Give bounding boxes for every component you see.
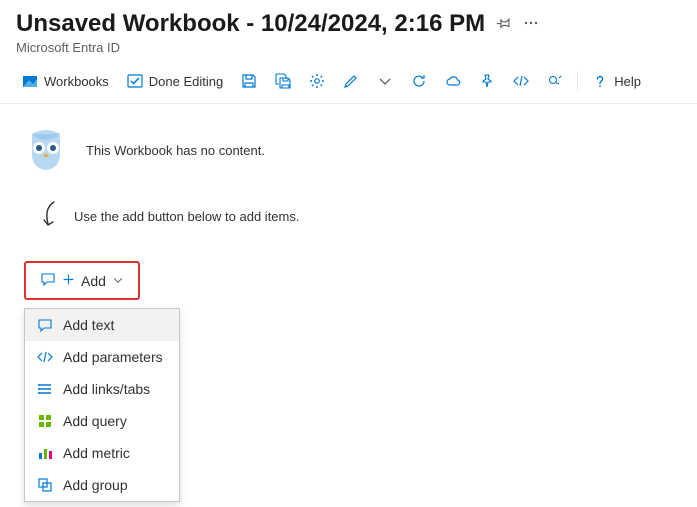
menu-item-label: Add query — [63, 413, 127, 429]
done-editing-button[interactable]: Done Editing — [121, 69, 229, 93]
chevron-down-icon — [112, 273, 124, 289]
toolbar-separator — [577, 71, 578, 91]
page-title: Unsaved Workbook - 10/24/2024, 2:16 PM — [16, 10, 485, 38]
edit-dropdown-button[interactable] — [371, 69, 399, 93]
chevron-down-icon — [377, 73, 393, 89]
more-icon[interactable] — [523, 15, 539, 34]
workbooks-button[interactable]: Workbooks — [16, 69, 115, 93]
metric-icon — [37, 445, 53, 461]
menu-item-label: Add parameters — [63, 349, 163, 365]
code-icon — [513, 73, 529, 89]
workbooks-label: Workbooks — [44, 74, 109, 89]
empty-message: This Workbook has no content. — [86, 143, 265, 158]
help-icon — [592, 73, 608, 89]
owl-illustration — [24, 128, 68, 172]
cloud-icon — [445, 73, 461, 89]
pencil-icon — [343, 73, 359, 89]
add-button[interactable]: Add — [24, 261, 140, 300]
menu-item-label: Add metric — [63, 445, 130, 461]
done-editing-icon — [127, 73, 143, 89]
group-icon — [37, 477, 53, 493]
links-icon — [37, 381, 53, 397]
settings-button[interactable] — [303, 69, 331, 93]
edit-button[interactable] — [337, 69, 365, 93]
refresh-button[interactable] — [405, 69, 433, 93]
empty-hint: Use the add button below to add items. — [74, 209, 299, 224]
breadcrumb: Microsoft Entra ID — [16, 40, 681, 55]
menu-item-label: Add group — [63, 477, 128, 493]
code-button[interactable] — [507, 69, 535, 93]
toolbar: Workbooks Done Editing — [0, 59, 697, 104]
menu-item-add-metric[interactable]: Add metric — [25, 437, 179, 469]
menu-item-add-parameters[interactable]: Add parameters — [25, 341, 179, 373]
text-icon — [37, 317, 53, 333]
pin-toolbar-icon — [479, 73, 495, 89]
help-label: Help — [614, 74, 641, 89]
feedback-icon — [547, 73, 563, 89]
plus-icon — [62, 273, 75, 289]
help-button[interactable]: Help — [586, 69, 647, 93]
save-as-icon — [275, 73, 291, 89]
save-as-button[interactable] — [269, 69, 297, 93]
query-icon — [37, 413, 53, 429]
add-menu: Add text Add parameters Add links/tabs A… — [24, 308, 180, 502]
add-label: Add — [81, 273, 106, 289]
feedback-button[interactable] — [541, 69, 569, 93]
save-icon — [241, 73, 257, 89]
done-editing-label: Done Editing — [149, 74, 223, 89]
menu-item-label: Add text — [63, 317, 114, 333]
gear-icon — [309, 73, 325, 89]
refresh-icon — [411, 73, 427, 89]
menu-item-add-links-tabs[interactable]: Add links/tabs — [25, 373, 179, 405]
parameters-icon — [37, 349, 53, 365]
menu-item-label: Add links/tabs — [63, 381, 150, 397]
arrow-down-icon — [40, 200, 60, 233]
workbooks-icon — [22, 73, 38, 89]
pin-icon[interactable] — [497, 16, 511, 33]
menu-item-add-group[interactable]: Add group — [25, 469, 179, 501]
pin-button[interactable] — [473, 69, 501, 93]
add-chat-icon — [40, 271, 56, 290]
save-button[interactable] — [235, 69, 263, 93]
menu-item-add-query[interactable]: Add query — [25, 405, 179, 437]
menu-item-add-text[interactable]: Add text — [25, 309, 179, 341]
share-button[interactable] — [439, 69, 467, 93]
